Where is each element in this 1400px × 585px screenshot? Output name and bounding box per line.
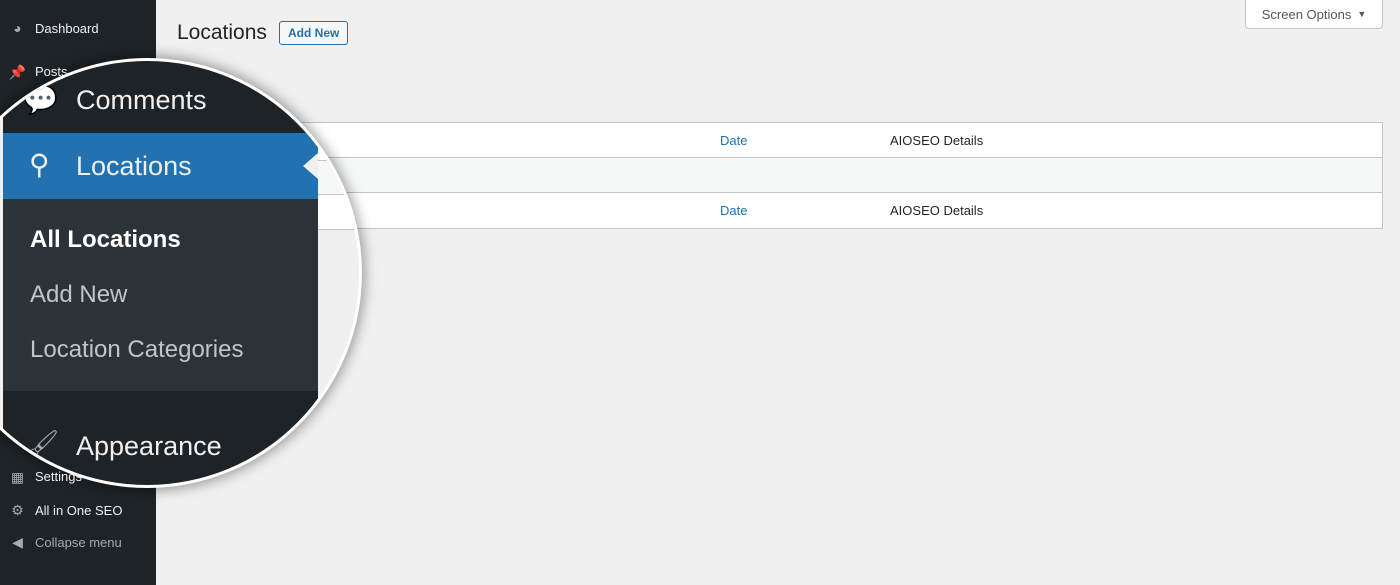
aioseo-column-header: AIOSEO Details bbox=[890, 133, 984, 148]
collapse-menu-button[interactable]: ◀ Collapse menu bbox=[0, 527, 156, 557]
submenu-add-new[interactable]: Add New bbox=[30, 281, 127, 309]
caret-down-icon: ▼ bbox=[1357, 9, 1367, 19]
screen-options-button[interactable]: Screen Options ▼ bbox=[1245, 0, 1383, 29]
menu-comments[interactable]: Comments bbox=[76, 85, 207, 116]
sidebar-item-aioseo[interactable]: ⚙ All in One SEO bbox=[0, 495, 156, 525]
magnifier-circle: Comments 💬 ⚲ Locations All Locations Add… bbox=[0, 58, 362, 488]
submenu-location-categories[interactable]: Location Categories bbox=[30, 336, 243, 364]
sidebar-item-posts-label[interactable]: Posts bbox=[35, 57, 68, 87]
table-zoomed bbox=[318, 125, 359, 230]
aioseo-icon: ⚙ bbox=[11, 501, 24, 518]
comments-icon: 💬 bbox=[23, 84, 58, 115]
aioseo-column-footer: AIOSEO Details bbox=[890, 203, 984, 218]
location-pin-icon: ⚲ bbox=[29, 149, 50, 180]
sidebar-item-settings-label[interactable]: Settings bbox=[35, 462, 82, 492]
menu-appearance[interactable]: Appearance bbox=[76, 431, 222, 462]
sidebar-item-dashboard[interactable]: ◕ Dashboard bbox=[0, 13, 156, 43]
dashboard-icon: ◕ bbox=[13, 20, 22, 36]
date-column-header[interactable]: Date bbox=[720, 133, 747, 148]
date-column-footer[interactable]: Date bbox=[720, 203, 747, 218]
add-new-button[interactable]: Add New bbox=[279, 21, 349, 45]
collapse-icon: ◀ bbox=[12, 533, 23, 550]
active-arrow bbox=[303, 153, 318, 179]
submenu-all-locations[interactable]: All Locations bbox=[30, 226, 181, 254]
paintbrush-icon: 🖌 bbox=[25, 429, 60, 459]
page-title: Locations bbox=[177, 21, 267, 44]
